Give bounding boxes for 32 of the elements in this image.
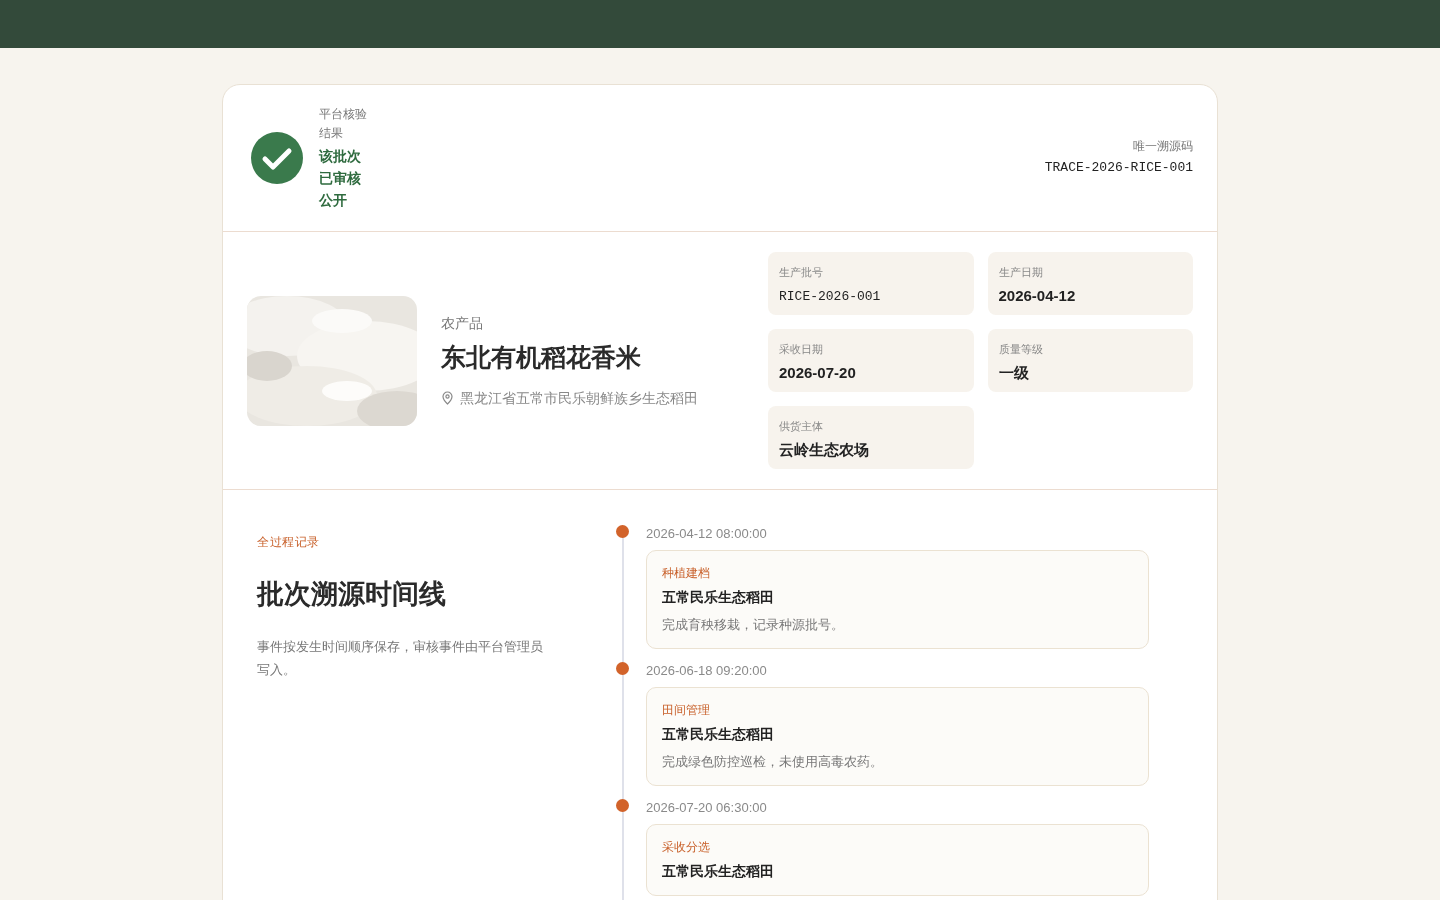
trace-code-label: 唯一溯源码 xyxy=(1132,138,1193,155)
fact-value: 一级 xyxy=(998,362,1030,383)
fact-value: 2026-07-20 xyxy=(779,362,857,383)
section-eyebrow: 全过程记录 xyxy=(257,534,321,550)
product-origin: 黑龙江省五常市民乐朝鲜族乡生态稻田 xyxy=(460,389,698,409)
event-place: 五常民乐生态稻田 xyxy=(662,724,775,744)
event-type: 种植建档 xyxy=(662,564,711,581)
fact-label: 采收日期 xyxy=(779,342,824,357)
fact-label: 生产批号 xyxy=(779,265,824,280)
event-type: 田间管理 xyxy=(662,701,711,718)
event-note: 完成绿色防控巡检，未使用高毒农药。 xyxy=(662,752,884,771)
event-type: 采收分选 xyxy=(662,838,711,855)
fact-label: 生产日期 xyxy=(998,265,1044,280)
section-description: 事件按发生时间顺序保存，审核事件由平台管理员写入。 xyxy=(257,637,544,679)
verification-status: 该批次已审核公开 xyxy=(319,147,362,210)
fact-value: 2026-04-12 xyxy=(998,285,1077,306)
event-time: 2026-04-12 08:00:00 xyxy=(646,525,768,543)
event-note: 完成育秧移栽，记录种源批号。 xyxy=(662,615,845,634)
event-place: 五常民乐生态稻田 xyxy=(662,861,775,881)
fact-label: 供货主体 xyxy=(779,419,824,434)
fact-value: 云岭生态农场 xyxy=(779,439,870,460)
product-name: 东北有机稻花香米 xyxy=(441,341,642,373)
trace-code: TRACE-2026-RICE-001 xyxy=(1044,159,1193,178)
fact-value: RICE-2026-001 xyxy=(779,287,882,306)
event-place: 五常民乐生态稻田 xyxy=(662,587,775,607)
section-title: 批次溯源时间线 xyxy=(257,578,447,611)
event-time: 2026-07-20 06:30:00 xyxy=(646,799,768,817)
product-category: 农产品 xyxy=(441,313,484,333)
location-pin-icon xyxy=(441,391,454,406)
verification-label: 平台核验结果 xyxy=(319,106,368,142)
event-time: 2026-06-18 09:20:00 xyxy=(646,662,768,680)
fact-label: 质量等级 xyxy=(998,342,1044,357)
